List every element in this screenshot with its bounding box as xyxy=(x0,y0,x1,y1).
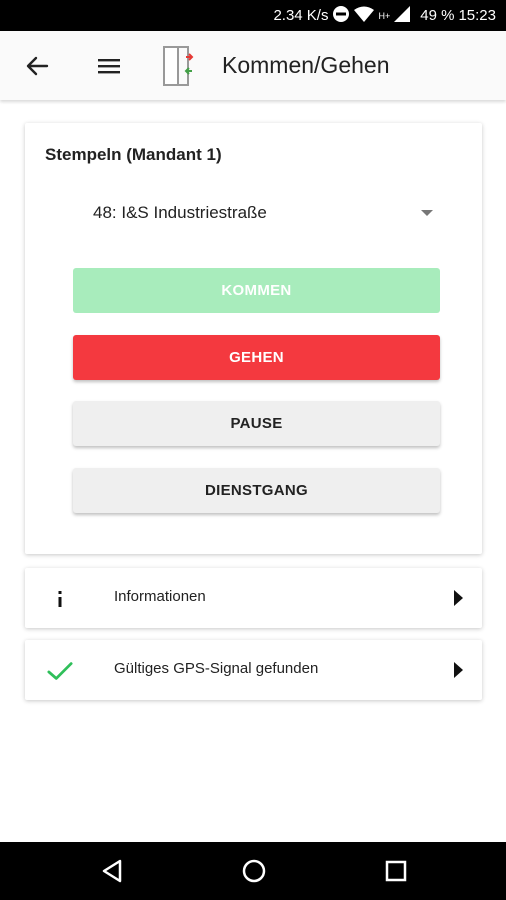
nav-back-icon[interactable] xyxy=(98,857,126,885)
door-logo-icon xyxy=(160,41,194,91)
page-title: Kommen/Gehen xyxy=(222,52,390,78)
info-icon xyxy=(47,586,73,612)
network-type: H+ xyxy=(378,10,391,21)
location-select-value: 48: I&S Industriestraße xyxy=(93,203,267,222)
clock: 15:23 xyxy=(458,7,496,24)
hamburger-menu-icon[interactable] xyxy=(94,51,124,81)
stamp-card: Stempeln (Mandant 1) 48: I&S Industriest… xyxy=(25,123,482,554)
system-nav-bar xyxy=(0,842,506,900)
status-bar: 2.34 K/s H+ 49 % 15:23 xyxy=(0,0,506,31)
gps-status-label: Gültiges GPS-Signal gefunden xyxy=(114,660,319,677)
chevron-right-icon xyxy=(454,590,463,606)
chevron-right-icon xyxy=(454,662,463,678)
cell-signal-icon xyxy=(394,5,411,26)
gehen-button[interactable]: GEHEN xyxy=(73,335,440,380)
app-bar: Kommen/Gehen xyxy=(0,31,506,100)
back-arrow-icon[interactable] xyxy=(22,51,52,81)
informationen-row[interactable]: Informationen xyxy=(25,568,482,628)
nav-recent-apps-icon[interactable] xyxy=(382,857,410,885)
checkmark-icon xyxy=(47,658,73,684)
network-speed: 2.34 K/s xyxy=(273,7,329,24)
card-title: Stempeln (Mandant 1) xyxy=(45,145,222,164)
gps-status-row[interactable]: Gültiges GPS-Signal gefunden xyxy=(25,640,482,700)
wifi-icon xyxy=(354,6,375,26)
informationen-label: Informationen xyxy=(114,588,206,605)
kommen-button[interactable]: KOMMEN xyxy=(73,268,440,313)
location-select[interactable]: 48: I&S Industriestraße xyxy=(93,199,433,229)
pause-button[interactable]: PAUSE xyxy=(73,401,440,446)
nav-home-icon[interactable] xyxy=(240,857,268,885)
battery-level: 49 % xyxy=(420,7,455,24)
dienstgang-button[interactable]: DIENSTGANG xyxy=(73,468,440,513)
dropdown-arrow-icon xyxy=(421,210,433,216)
do-not-disturb-icon xyxy=(332,5,350,27)
